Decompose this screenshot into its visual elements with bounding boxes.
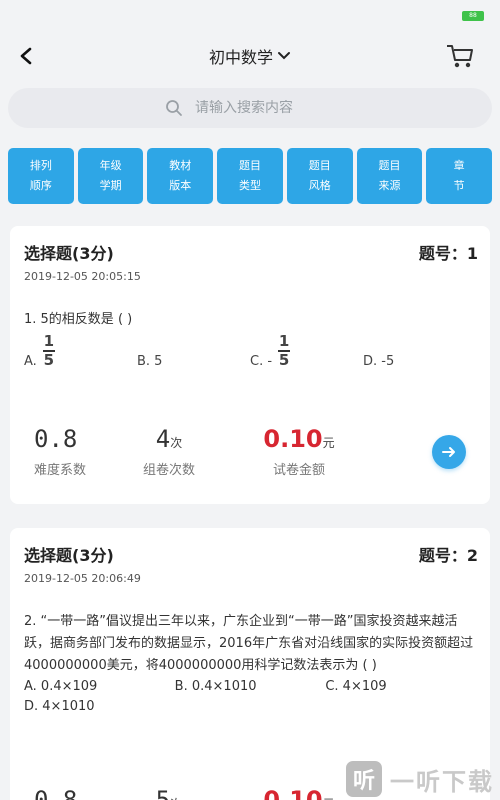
filter-label-bottom: 版本 xyxy=(169,179,192,192)
option-d: D. -5 xyxy=(363,333,476,369)
option-b: B. 0.4×1010 xyxy=(174,679,257,694)
watermark: 听 一听下载 xyxy=(340,758,500,800)
search-icon xyxy=(166,100,182,116)
question-type: 选择题(3分) xyxy=(24,244,114,263)
card-header: 选择题(3分) 题号：2 xyxy=(10,528,490,566)
back-button[interactable] xyxy=(12,42,40,70)
fraction-numerator: 1 xyxy=(43,332,55,350)
stats-row: 0.8 难度系数 4次 组卷次数 0.10元 试卷金额 xyxy=(10,425,490,478)
filter-label-bottom: 节 xyxy=(453,179,465,192)
nav-title-label: 初中数学 xyxy=(208,48,273,67)
filter-label-top: 年级 xyxy=(99,159,122,172)
option-c: C. 4×109 xyxy=(325,679,387,694)
option-c: C. - 15 xyxy=(250,333,363,369)
question-stem: 1. 5的相反数是 ( ) xyxy=(24,312,133,327)
question-stem: 2. “一带一路”倡议提出三年以来，广东企业到“一带一路”国家投资越来越活跃，据… xyxy=(24,614,474,673)
filter-sort-order[interactable]: 排列 顺序 xyxy=(8,148,74,204)
fraction-denominator: 5 xyxy=(278,351,290,369)
count-label: 组卷次数 xyxy=(142,463,195,478)
question-time: 2019-12-05 20:06:49 xyxy=(24,572,141,585)
option-label: A. xyxy=(24,354,37,369)
watermark-logo-icon: 听 xyxy=(346,761,382,797)
subject-dropdown[interactable]: 初中数学 xyxy=(209,44,291,68)
filter-label-bottom: 学期 xyxy=(99,179,122,192)
stat-difficulty: 0.8 xyxy=(24,786,104,800)
filter-label-bottom: 顺序 xyxy=(29,179,52,192)
filter-label-top: 题目 xyxy=(378,159,401,172)
filter-label-top: 教材 xyxy=(169,159,192,172)
stat-count: 5次 xyxy=(104,786,234,800)
go-button[interactable] xyxy=(432,434,466,469)
difficulty-value: 0.8 xyxy=(34,425,78,453)
chevron-left-icon xyxy=(20,47,32,65)
question-type: 选择题(3分) xyxy=(24,546,114,565)
filter-label-bottom: 风格 xyxy=(308,179,331,192)
arrow-right-icon xyxy=(442,446,455,457)
fraction: 15 xyxy=(278,332,291,369)
search-wrap xyxy=(0,78,500,128)
count-unit: 次 xyxy=(170,436,183,450)
search-input[interactable] xyxy=(195,100,335,116)
chevron-down-icon xyxy=(278,52,290,60)
search-box[interactable] xyxy=(8,88,492,128)
option-b: B. 5 xyxy=(137,333,250,369)
difficulty-value: 0.8 xyxy=(34,786,78,800)
stat-price: 0.10元 试卷金额 xyxy=(234,425,364,478)
options-row: A. 0.4×109 B. 0.4×1010 C. 4×109 xyxy=(24,677,476,697)
fraction-numerator: 1 xyxy=(278,332,290,350)
cart-button[interactable] xyxy=(444,40,476,72)
count-value: 5 xyxy=(155,786,171,800)
watermark-text: 一听下载 xyxy=(390,767,494,796)
options-row: D. 4×1010 xyxy=(24,697,476,717)
question-time: 2019-12-05 20:05:15 xyxy=(24,270,141,283)
battery-icon: 88 xyxy=(462,11,484,21)
fraction: 15 xyxy=(42,332,55,369)
filter-label-top: 题目 xyxy=(308,159,331,172)
fraction-denominator: 5 xyxy=(43,351,55,369)
option-a: A. 15 xyxy=(24,333,137,369)
filter-question-type[interactable]: 题目 类型 xyxy=(217,148,283,204)
filter-question-style[interactable]: 题目 风格 xyxy=(286,148,353,204)
filter-label-bottom: 类型 xyxy=(239,179,262,192)
status-bar: 88 xyxy=(0,0,500,34)
stat-count: 4次 组卷次数 xyxy=(104,425,234,478)
filter-textbook-edition[interactable]: 教材 版本 xyxy=(147,148,214,204)
count-value: 4 xyxy=(155,425,171,453)
options-row: A. 15 B. 5 C. - 15 D. -5 xyxy=(10,333,490,370)
difficulty-label: 难度系数 xyxy=(34,463,87,478)
stat-difficulty: 0.8 难度系数 xyxy=(24,425,104,478)
filter-label-top: 排列 xyxy=(29,159,52,172)
option-a: A. 0.4×109 xyxy=(24,679,98,694)
filter-question-source[interactable]: 题目 来源 xyxy=(356,148,423,204)
filter-label-top: 章 xyxy=(453,159,465,172)
price-value: 0.10 xyxy=(263,425,323,453)
price-label: 试卷金额 xyxy=(272,463,325,478)
options-list: A. 0.4×109 B. 0.4×1010 C. 4×109 D. 4×101… xyxy=(10,677,490,717)
question-number: 题号：2 xyxy=(418,546,478,565)
option-label: B. 5 xyxy=(137,354,163,369)
filter-label-bottom: 来源 xyxy=(378,179,401,192)
option-label: C. - xyxy=(250,354,273,369)
card-header: 选择题(3分) 题号：1 xyxy=(10,226,490,264)
price-unit: 元 xyxy=(322,436,335,450)
nav-bar: 初中数学 xyxy=(0,34,500,78)
question-number: 题号：1 xyxy=(418,244,478,263)
option-label: D. -5 xyxy=(363,354,395,369)
cart-icon xyxy=(447,45,473,68)
filter-row: 排列顺序 年级学期 教材版本 题目类型 题目风格 题目来源 章节 xyxy=(0,128,500,204)
filter-label-top: 题目 xyxy=(239,159,262,172)
option-d: D. 4×1010 xyxy=(24,699,95,714)
price-value: 0.10 xyxy=(263,786,323,800)
question-card[interactable]: 选择题(3分) 题号：1 2019-12-05 20:05:15 1. 5的相反… xyxy=(10,226,490,504)
filter-chapter[interactable]: 章节 xyxy=(426,148,493,204)
filter-grade-term[interactable]: 年级 学期 xyxy=(77,148,144,204)
